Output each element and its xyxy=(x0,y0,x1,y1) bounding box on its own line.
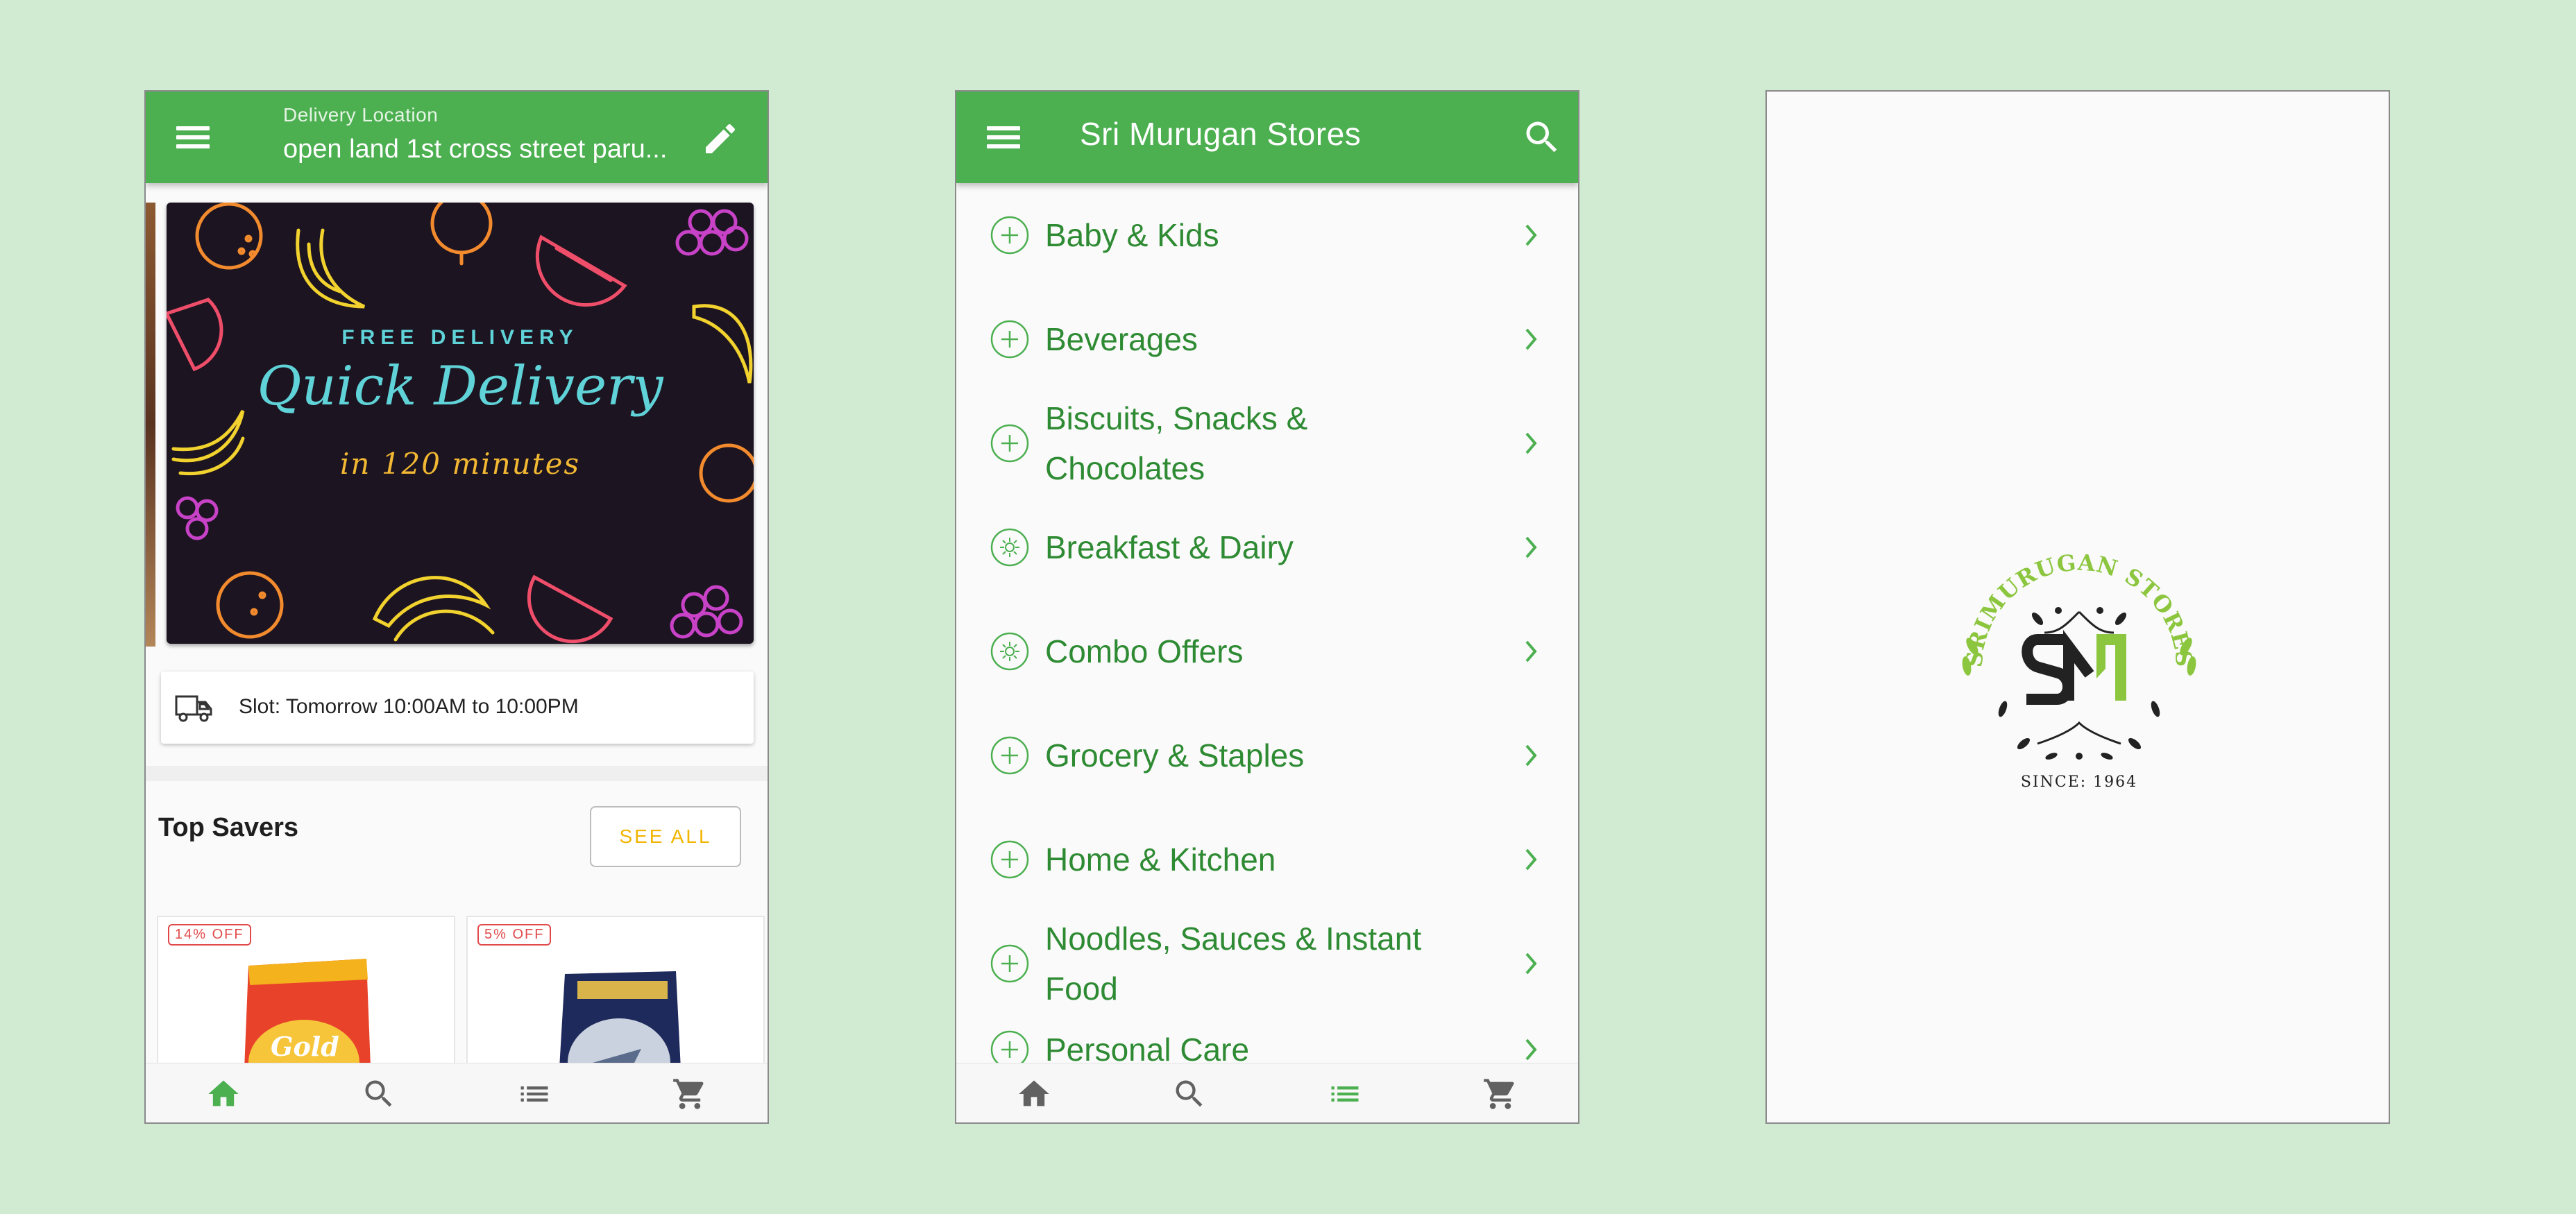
home-app-bar: Delivery Location open land 1st cross st… xyxy=(146,92,768,183)
banner-title: Quick Delivery xyxy=(257,355,663,418)
category-item-combo-offers[interactable]: Combo Offers xyxy=(956,599,1578,703)
chevron-right-icon xyxy=(1525,328,1537,350)
category-item-baby-kids[interactable]: Baby & Kids xyxy=(956,183,1578,287)
store-logo: SRIMURUGAN STORES SINCE: 1964 xyxy=(1961,549,2198,791)
category-label: Grocery & Staples xyxy=(1045,737,1305,773)
banner-note: in 120 minutes xyxy=(340,447,580,481)
category-label: Combo Offers xyxy=(1045,633,1244,669)
bottom-navigation xyxy=(146,1063,768,1122)
category-item-noodles-sauces[interactable]: Noodles, Sauces & Instant Food xyxy=(956,912,1578,1016)
sun-circle-icon xyxy=(990,528,1029,567)
svg-text:SINCE: 1964: SINCE: 1964 xyxy=(2021,773,2137,791)
chevron-right-icon xyxy=(1525,432,1537,454)
section-divider xyxy=(146,766,768,781)
delivery-slot-card[interactable]: Slot: Tomorrow 10:00AM to 10:00PM xyxy=(161,672,754,744)
categories-app-bar: Sri Murugan Stores xyxy=(956,92,1578,183)
category-label: Beverages xyxy=(1045,321,1198,357)
banner-carousel[interactable]: FREE DELIVERY Quick Delivery in 120 minu… xyxy=(146,203,768,647)
sun-circle-icon xyxy=(990,632,1029,671)
plus-circle-icon xyxy=(990,216,1029,255)
home-icon[interactable] xyxy=(205,1076,247,1112)
category-label: Biscuits, Snacks & Chocolates xyxy=(1045,400,1308,486)
discount-badge: 5% OFF xyxy=(477,924,552,946)
splash-screen: SRIMURUGAN STORES SINCE: 1964 xyxy=(1765,90,2390,1124)
home-icon[interactable] xyxy=(1016,1076,1058,1112)
chevron-right-icon xyxy=(1525,952,1537,975)
plus-circle-icon xyxy=(990,320,1029,359)
store-title: Sri Murugan Stores xyxy=(1080,116,1362,152)
top-savers-title: Top Savers xyxy=(158,813,299,842)
category-label: Baby & Kids xyxy=(1045,217,1219,253)
category-item-home-kitchen[interactable]: Home & Kitchen xyxy=(956,807,1578,912)
delivery-location-label: Delivery Location xyxy=(283,104,439,126)
truck-icon xyxy=(175,695,212,722)
list-icon[interactable] xyxy=(1327,1076,1368,1112)
svg-text:Gold: Gold xyxy=(271,1031,339,1062)
promo-banner[interactable]: FREE DELIVERY Quick Delivery in 120 minu… xyxy=(167,203,754,644)
banner-subtitle: FREE DELIVERY xyxy=(341,326,579,349)
chevron-right-icon xyxy=(1525,744,1537,767)
category-label: Noodles, Sauces & Instant Food xyxy=(1045,921,1422,1007)
list-icon[interactable] xyxy=(516,1076,558,1112)
categories-screen: Sri Murugan Stores Baby & Kids Beverages… xyxy=(955,90,1579,1124)
category-item-biscuits-snacks[interactable]: Biscuits, Snacks & Chocolates xyxy=(956,391,1578,495)
category-item-breakfast-dairy[interactable]: Breakfast & Dairy xyxy=(956,495,1578,599)
search-icon[interactable] xyxy=(1171,1076,1213,1112)
chevron-right-icon xyxy=(1525,848,1537,871)
bottom-navigation xyxy=(956,1063,1578,1122)
cart-icon[interactable] xyxy=(672,1076,713,1112)
category-item-beverages[interactable]: Beverages xyxy=(956,287,1578,391)
search-icon[interactable] xyxy=(1521,117,1563,158)
fruit-pattern xyxy=(167,203,754,644)
see-all-button[interactable]: SEE ALL xyxy=(590,806,741,867)
cart-icon[interactable] xyxy=(1482,1076,1524,1112)
home-screen: Delivery Location open land 1st cross st… xyxy=(144,90,769,1124)
chevron-right-icon xyxy=(1525,224,1537,246)
category-label: Breakfast & Dairy xyxy=(1045,529,1294,565)
chevron-right-icon xyxy=(1525,640,1537,662)
chevron-right-icon xyxy=(1525,1038,1537,1061)
previous-banner-peek xyxy=(146,203,155,647)
edit-icon[interactable] xyxy=(701,119,740,158)
svg-text:SRIMURUGAN STORES: SRIMURUGAN STORES xyxy=(1961,549,2198,668)
plus-circle-icon xyxy=(990,736,1029,775)
menu-icon[interactable] xyxy=(173,121,212,154)
delivery-slot-text: Slot: Tomorrow 10:00AM to 10:00PM xyxy=(239,695,579,718)
plus-circle-icon xyxy=(990,424,1029,463)
search-icon[interactable] xyxy=(361,1076,402,1112)
chevron-right-icon xyxy=(1525,536,1537,558)
category-label: Home & Kitchen xyxy=(1045,841,1276,878)
plus-circle-icon xyxy=(990,840,1029,879)
plus-circle-icon xyxy=(990,944,1029,983)
category-item-grocery-staples[interactable]: Grocery & Staples xyxy=(956,703,1578,807)
delivery-address[interactable]: open land 1st cross street paru... xyxy=(283,135,679,164)
discount-badge: 14% OFF xyxy=(168,924,251,946)
menu-icon[interactable] xyxy=(984,121,1023,154)
